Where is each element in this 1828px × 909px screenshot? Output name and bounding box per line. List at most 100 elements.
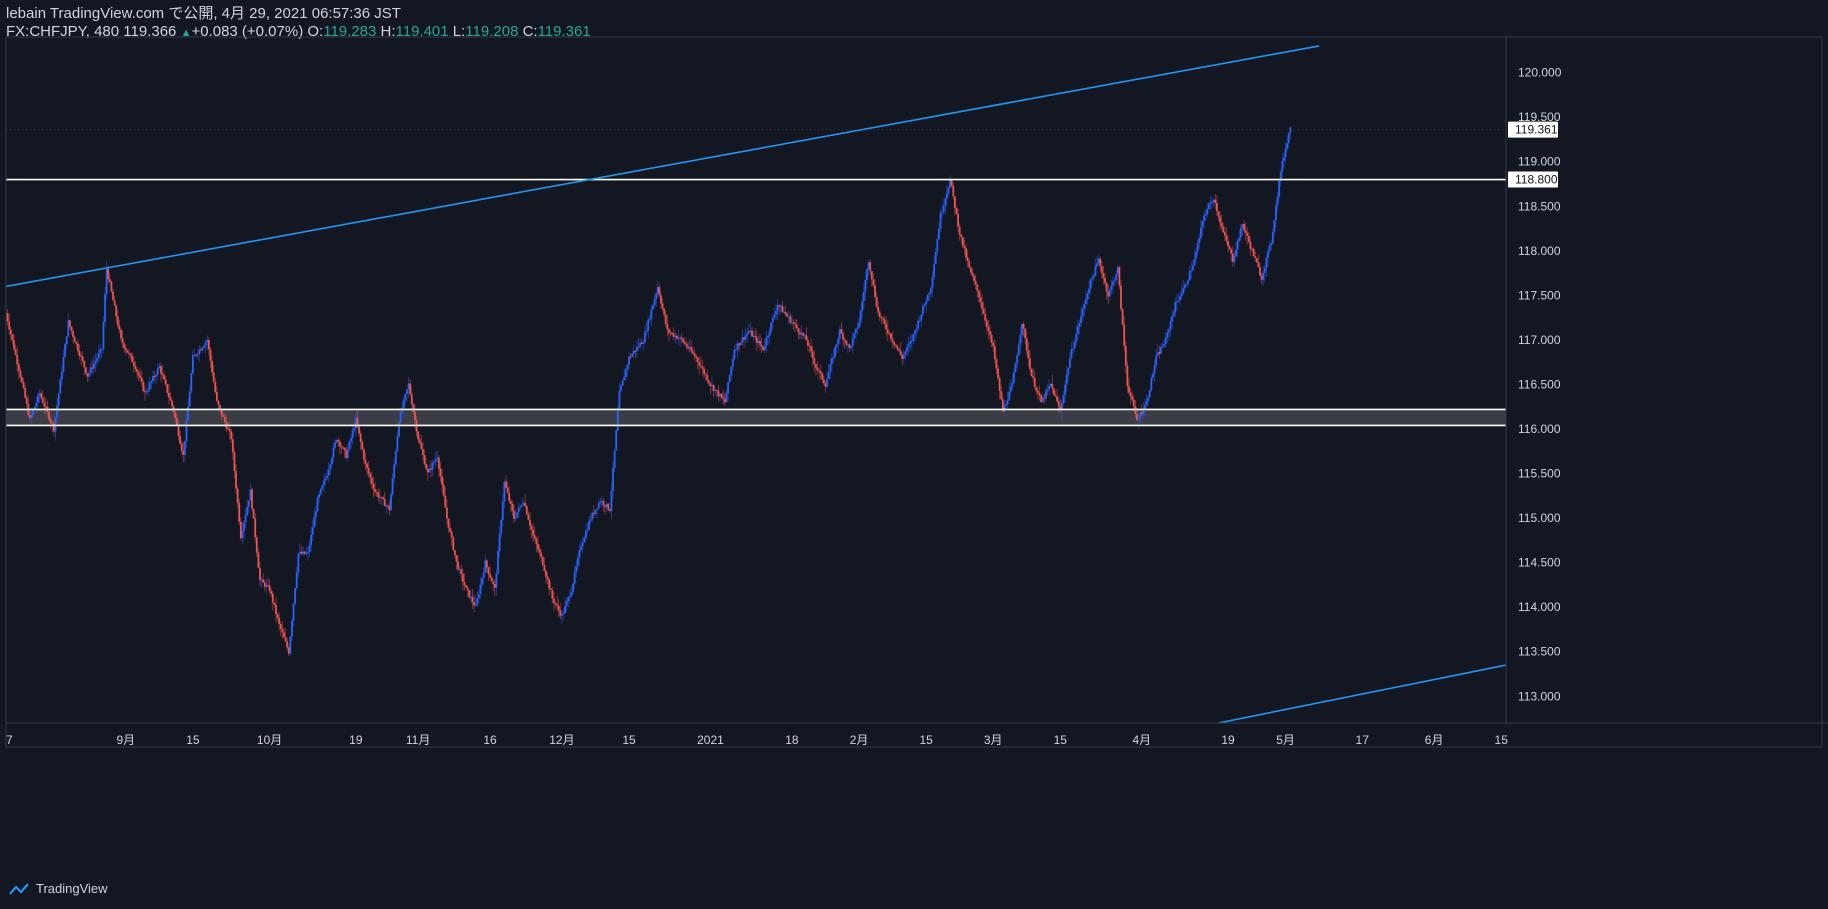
candle-body [315,511,317,517]
candle-body [862,291,865,302]
candle-body [1120,285,1122,310]
candle-body [321,485,324,490]
candle-body [773,314,776,318]
candle-body [11,334,14,341]
candle-body [600,501,603,503]
candle-body [1217,211,1220,217]
candle-body [810,346,813,352]
candle-body [487,567,490,574]
candle-body [1051,383,1054,389]
x-tick-label: 5月 [1276,733,1295,747]
candle-body [1185,283,1188,285]
candle-body [915,328,918,331]
candle-body [318,494,320,498]
candle-body [822,379,825,384]
candle-body [616,411,619,431]
candle-body [498,534,501,552]
y-tick-label: 117.500 [1518,288,1561,302]
candle-body [417,431,420,440]
candle-body [1172,312,1175,317]
candle-body [330,457,333,465]
candle-body [1057,401,1060,407]
candle-body [1037,391,1039,393]
candle-body [778,305,781,307]
x-tick-label: 19 [1221,733,1235,747]
candle-body [155,374,158,377]
candle-body [743,337,745,340]
candle-body [407,383,410,390]
candle-body [607,503,610,510]
candle-body [136,369,138,372]
candle-body [179,436,182,444]
candle-body [286,641,289,648]
candle-body [1251,248,1253,250]
candle-body [914,330,916,335]
candle-body [142,382,145,392]
candle-body [367,468,370,474]
candle-body [390,494,392,511]
candle-body [1019,334,1022,345]
candle-body [156,368,159,375]
candle-body [370,477,373,484]
candle-body [1211,201,1213,203]
candle-body [874,285,876,297]
candle-body [530,525,533,530]
price-chart[interactable]: 113.000 113.500 114.000 114.500 115.000 115.5… [0,0,1828,909]
candle-body [655,293,658,300]
footer-brand[interactable]: TradingView [6,881,108,896]
candle-body [1249,241,1252,249]
candle-body [1193,258,1196,266]
candle-body [57,393,60,406]
candle-body [974,280,977,285]
candle-body [96,358,98,361]
candle-body [115,305,118,317]
candle-body [623,377,626,380]
candle-body [1171,316,1174,322]
candle-body [922,306,924,315]
candle-body [495,573,498,588]
candle-body [1033,377,1036,388]
candle-body [38,393,41,396]
candle-body [829,364,832,373]
candle-body [998,378,1001,391]
candle-body [1064,384,1067,396]
candle-body [1235,249,1237,256]
candle-body [113,300,116,306]
candle-body [1257,262,1260,268]
candle-body [985,320,988,328]
candle-body [64,344,67,357]
candle-body [228,428,231,432]
candle-body [428,468,431,473]
x-tick-label: 15 [622,733,636,747]
candle-body [1005,404,1007,406]
candle-body [386,505,389,507]
candle-body [800,332,803,335]
candle-body [680,337,683,340]
candle-body [1089,279,1092,289]
candle-body [442,484,445,496]
candle-body [1043,397,1046,399]
candle-body [334,442,336,448]
candle-body [1148,390,1151,398]
candle-body [19,370,22,378]
candle-body [602,501,605,506]
candle-body [430,468,432,470]
candle-body [289,636,292,654]
candle-body [1112,281,1114,286]
candle-body [634,350,637,352]
candle-body [1099,258,1102,267]
candle-body [348,441,351,450]
candle-body [901,354,904,359]
price-tag-label: 118.800 [1515,173,1558,187]
candle-body [963,246,966,249]
candle-body [671,333,674,335]
candle-body [589,519,592,522]
candle-body [695,356,697,358]
candle-body [733,349,736,359]
candle-body [527,514,530,520]
candle-body [366,463,368,469]
candle-body [730,366,733,376]
candle-body [965,248,967,258]
candle-body [1009,386,1012,392]
candle-body [738,343,741,346]
